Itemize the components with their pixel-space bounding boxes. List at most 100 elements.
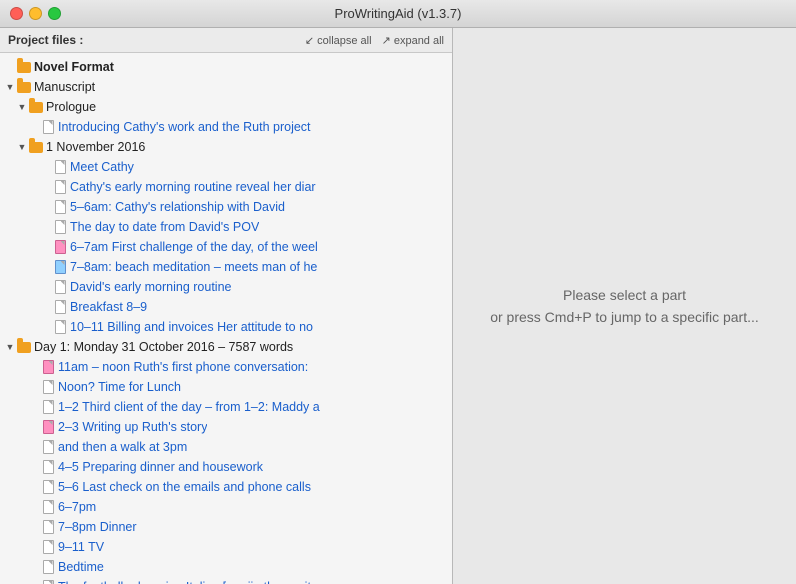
tree-arrow-icon[interactable]: ▼ [16,141,28,153]
document-icon [40,379,56,395]
tree-item[interactable]: 6–7pm [0,497,452,517]
tree-item[interactable]: 6–7am First challenge of the day, of the… [0,237,452,257]
tree-item-label: and then a walk at 3pm [58,440,187,454]
tree-item-label: 4–5 Preparing dinner and housework [58,460,263,474]
tree-item-label: Meet Cathy [70,160,134,174]
tree-item-label: 11am – noon Ruth's first phone conversat… [58,360,308,374]
tree-item[interactable]: 4–5 Preparing dinner and housework [0,457,452,477]
tree-item[interactable]: 11am – noon Ruth's first phone conversat… [0,357,452,377]
tree-item[interactable]: 5–6 Last check on the emails and phone c… [0,477,452,497]
tree-item[interactable]: 9–11 TV [0,537,452,557]
tree-item[interactable]: ▼ Prologue [0,97,452,117]
close-button[interactable] [10,7,23,20]
folder-icon [16,339,32,355]
tree-item-label: 2–3 Writing up Ruth's story [58,420,207,434]
tree-item[interactable]: 10–11 Billing and invoices Her attitude … [0,317,452,337]
tree-item-label: 1 November 2016 [46,140,145,154]
tree-item-label: David's early morning routine [70,280,232,294]
tree-item-label: 5–6 Last check on the emails and phone c… [58,480,311,494]
tree-item-label: Bedtime [58,560,104,574]
tree-item[interactable]: 5–6am: Cathy's relationship with David [0,197,452,217]
panel-header: Project files : ↙ collapse all ↗ expand … [0,28,452,53]
right-panel-line1: Please select a part [563,287,686,303]
right-panel-message: Please select a part or press Cmd+P to j… [490,284,759,329]
tree-item[interactable]: The footballer learning Italian [– rejig… [0,577,452,584]
file-tree: Novel Format ▼ Manuscript ▼ Prologue Introduc… [0,53,452,584]
tree-item[interactable]: 1–2 Third client of the day – from 1–2: … [0,397,452,417]
left-panel: Project files : ↙ collapse all ↗ expand … [0,28,453,584]
document-icon [52,159,68,175]
document-blue-icon [52,259,68,275]
document-icon [40,559,56,575]
tree-item-label: The day to date from David's POV [70,220,259,234]
tree-item-label: Novel Format [34,60,114,74]
tree-item-label: Noon? Time for Lunch [58,380,181,394]
collapse-all-button[interactable]: ↙ collapse all [305,34,372,47]
document-icon [52,199,68,215]
document-icon [40,579,56,584]
tree-item[interactable]: 2–3 Writing up Ruth's story [0,417,452,437]
folder-icon [28,139,44,155]
tree-item[interactable]: ▼Day 1: Monday 31 October 2016 – 7587 wo… [0,337,452,357]
tree-item[interactable]: ▼ 1 November 2016 [0,137,452,157]
tree-item-label: Cathy's early morning routine reveal her… [70,180,316,194]
tree-item[interactable]: Meet Cathy [0,157,452,177]
document-icon [40,519,56,535]
window-controls [10,7,61,20]
document-icon [52,279,68,295]
document-icon [40,119,56,135]
document-icon [40,459,56,475]
right-panel-line2: or press Cmd+P to jump to a specific par… [490,309,759,325]
document-pink-icon [40,359,56,375]
right-panel: Please select a part or press Cmd+P to j… [453,28,796,584]
document-icon [52,219,68,235]
tree-item-label: 1–2 Third client of the day – from 1–2: … [58,400,320,414]
panel-header-label: Project files : [8,33,295,47]
tree-item-label: 6–7am First challenge of the day, of the… [70,240,318,254]
tree-item-label: 10–11 Billing and invoices Her attitude … [70,320,313,334]
tree-item-label: Prologue [46,100,96,114]
main-container: Project files : ↙ collapse all ↗ expand … [0,28,796,584]
tree-item[interactable]: The day to date from David's POV [0,217,452,237]
document-icon [52,319,68,335]
tree-item-label: 6–7pm [58,500,96,514]
tree-item-label: 9–11 TV [58,540,104,554]
tree-item-label: Breakfast 8–9 [70,300,147,314]
document-icon [40,539,56,555]
tree-item-label: Introducing Cathy's work and the Ruth pr… [58,120,311,134]
document-icon [40,499,56,515]
tree-item[interactable]: Cathy's early morning routine reveal her… [0,177,452,197]
document-icon [40,399,56,415]
tree-item[interactable]: Bedtime [0,557,452,577]
document-icon [52,179,68,195]
tree-item[interactable]: and then a walk at 3pm [0,437,452,457]
document-icon [40,439,56,455]
document-pink-icon [40,419,56,435]
tree-item[interactable]: David's early morning routine [0,277,452,297]
tree-item[interactable]: Breakfast 8–9 [0,297,452,317]
folder-icon [16,79,32,95]
folder-icon [16,59,32,75]
tree-item[interactable]: Noon? Time for Lunch [0,377,452,397]
title-bar: ProWritingAid (v1.3.7) [0,0,796,28]
tree-item[interactable]: Introducing Cathy's work and the Ruth pr… [0,117,452,137]
document-icon [52,299,68,315]
maximize-button[interactable] [48,7,61,20]
tree-item-label: The footballer learning Italian [– rejig… [58,580,314,584]
tree-item[interactable]: 7–8pm Dinner [0,517,452,537]
window-title: ProWritingAid (v1.3.7) [335,6,462,21]
folder-icon [28,99,44,115]
tree-item[interactable]: 7–8am: beach meditation – meets man of h… [0,257,452,277]
tree-item-label: 7–8am: beach meditation – meets man of h… [70,260,317,274]
tree-arrow-icon[interactable]: ▼ [16,101,28,113]
document-icon [40,479,56,495]
tree-item-label: 7–8pm Dinner [58,520,137,534]
tree-item-label: Manuscript [34,80,95,94]
tree-item[interactable]: ▼ Manuscript [0,77,452,97]
document-pink-icon [52,239,68,255]
expand-all-button[interactable]: ↗ expand all [382,34,444,47]
tree-item[interactable]: Novel Format [0,57,452,77]
minimize-button[interactable] [29,7,42,20]
tree-arrow-icon[interactable]: ▼ [4,341,16,353]
tree-arrow-icon[interactable]: ▼ [4,81,16,93]
